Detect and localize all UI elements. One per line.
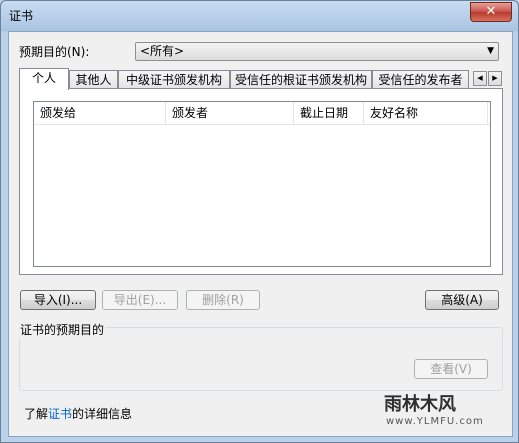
remove-button[interactable]: 删除(R) [186, 290, 260, 310]
column-friendly-name[interactable]: 友好名称 [364, 102, 488, 124]
tab-panel: 颁发给 颁发者 截止日期 友好名称 [19, 88, 503, 275]
import-button[interactable]: 导入(I)... [20, 290, 96, 310]
site-watermark: 雨林木风 www.YLMFU.com [384, 384, 516, 440]
close-button[interactable]: ✕ [470, 2, 512, 22]
certificate-store-tabs: 个人 其他人 中级证书颁发机构 受信任的根证书颁发机构 受信任的发布者 ◀ ▶ [19, 68, 504, 90]
view-button[interactable]: 查看(V) [414, 359, 488, 379]
intended-purpose-value: <所有> [140, 44, 185, 58]
tab-intermediate-ca[interactable]: 中级证书颁发机构 [118, 70, 230, 89]
tab-trusted-publishers[interactable]: 受信任的发布者 [372, 70, 469, 89]
advanced-button[interactable]: 高级(A) [425, 290, 499, 310]
certificates-dialog: 证书 ✕ 预期目的(N): <所有> ▼ 个人 其他人 中级证书颁发机构 受信任… [0, 0, 519, 443]
arrow-left-icon: ◀ [477, 74, 483, 82]
chevron-down-icon: ▼ [487, 46, 494, 56]
tab-label: 个人 [31, 71, 56, 85]
tab-label: 受信任的根证书颁发机构 [234, 73, 367, 87]
tab-other-people[interactable]: 其他人 [69, 70, 118, 89]
tab-trusted-root-ca[interactable]: 受信任的根证书颁发机构 [230, 70, 372, 89]
tab-label: 中级证书颁发机构 [125, 73, 222, 87]
title-bar[interactable]: 证书 ✕ [1, 1, 518, 29]
dialog-body: 预期目的(N): <所有> ▼ 个人 其他人 中级证书颁发机构 受信任的根证书颁… [8, 31, 513, 437]
arrow-right-icon: ▶ [492, 74, 498, 82]
tab-scroll-right-button[interactable]: ▶ [488, 71, 502, 86]
learn-more-prefix: 了解 [24, 407, 49, 421]
export-button[interactable]: 导出(E)... [102, 290, 178, 310]
watermark-url: www.YLMFU.com [386, 416, 484, 427]
certificate-list[interactable]: 颁发给 颁发者 截止日期 友好名称 [33, 101, 491, 267]
column-issued-by[interactable]: 颁发者 [166, 102, 294, 124]
tab-label: 其他人 [75, 73, 112, 87]
tab-personal[interactable]: 个人 [19, 68, 69, 90]
certificate-purposes-label: 证书的预期目的 [18, 321, 107, 338]
intended-purpose-select[interactable]: <所有> ▼ [135, 42, 499, 61]
intended-purpose-label: 预期目的(N): [19, 45, 90, 59]
column-expiration-date[interactable]: 截止日期 [294, 102, 364, 124]
close-icon: ✕ [485, 4, 497, 19]
list-header: 颁发给 颁发者 截止日期 友好名称 [34, 102, 490, 125]
watermark-text: 雨林木风 [384, 394, 456, 415]
column-issued-to[interactable]: 颁发给 [34, 102, 166, 124]
tab-scroll-left-button[interactable]: ◀ [473, 71, 487, 86]
tab-label: 受信任的发布者 [378, 73, 463, 87]
certificates-link[interactable]: 证书 [48, 407, 72, 421]
learn-more-text: 了解证书的详细信息 [24, 405, 132, 422]
window-title: 证书 [9, 9, 34, 23]
learn-more-suffix: 的详细信息 [72, 407, 133, 421]
